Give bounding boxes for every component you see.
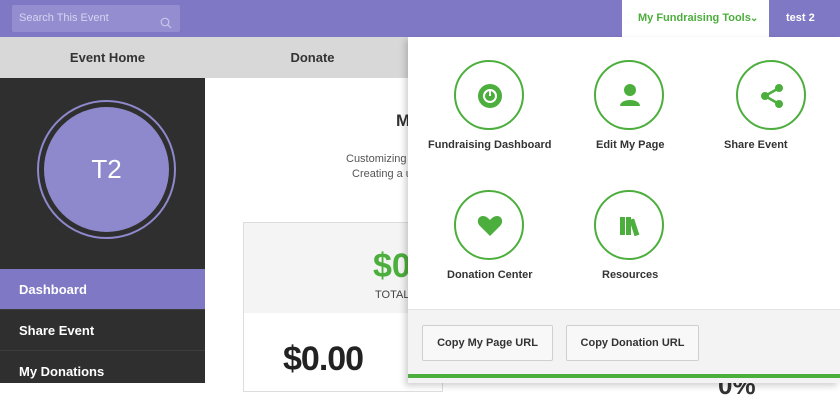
fundraising-tools-menu-button[interactable]: My Fundraising Tools ⌄ [622, 0, 769, 37]
tool-edit-my-page[interactable]: Edit My Page [564, 60, 694, 190]
search-icon[interactable] [160, 13, 172, 29]
gauge-icon [454, 60, 524, 130]
tool-label: Donation Center [447, 269, 533, 281]
tool-label: Edit My Page [596, 139, 665, 151]
tab-donate[interactable]: Donate [215, 37, 410, 78]
tool-fundraising-dashboard[interactable]: Fundraising Dashboard [424, 60, 554, 190]
amount-raised: $0.00 [283, 340, 364, 378]
search-input[interactable]: Search This Event [12, 5, 180, 32]
tool-share-event[interactable]: Share Event [704, 60, 834, 190]
intro-text-line-2: Creating a u [352, 168, 412, 180]
person-icon [594, 60, 664, 130]
tool-label: Share Event [724, 139, 788, 151]
copy-donation-url-button[interactable]: Copy Donation URL [566, 325, 699, 361]
tool-label: Fundraising Dashboard [428, 139, 552, 151]
tool-resources[interactable]: Resources [564, 190, 694, 290]
tab-event-home[interactable]: Event Home [0, 37, 215, 78]
copy-page-url-button[interactable]: Copy My Page URL [422, 325, 553, 361]
chevron-down-icon: ⌄ [750, 13, 759, 24]
books-icon [594, 190, 664, 260]
total-raised-label: TOTAL [375, 289, 410, 301]
sidebar-item-my-donations[interactable]: My Donations [0, 350, 205, 391]
dropdown-footer: Copy My Page URL Copy Donation URL [408, 309, 840, 383]
sidebar: T2 Dashboard Share Event My Donations [0, 78, 205, 383]
search-placeholder: Search This Event [19, 12, 109, 24]
sidebar-item-share-event[interactable]: Share Event [0, 309, 205, 350]
intro-text-line-1: Customizing [346, 153, 407, 165]
user-menu-button[interactable]: test 2 [772, 0, 840, 37]
user-name: test 2 [786, 12, 815, 24]
top-bar: Search This Event My Fundraising Tools ⌄… [0, 0, 840, 37]
sidebar-item-dashboard[interactable]: Dashboard [0, 269, 205, 310]
fundraising-tools-dropdown: Fundraising Dashboard Edit My Page Share… [408, 37, 840, 383]
heart-icon [454, 190, 524, 260]
progress-accent-line [408, 374, 840, 378]
tool-label: Resources [602, 269, 659, 281]
tool-donation-center[interactable]: Donation Center [424, 190, 554, 290]
total-raised-value: $0 [373, 247, 411, 285]
share-icon [736, 60, 806, 130]
fundraising-tools-label: My Fundraising Tools [638, 12, 751, 24]
avatar[interactable]: T2 [44, 107, 169, 232]
